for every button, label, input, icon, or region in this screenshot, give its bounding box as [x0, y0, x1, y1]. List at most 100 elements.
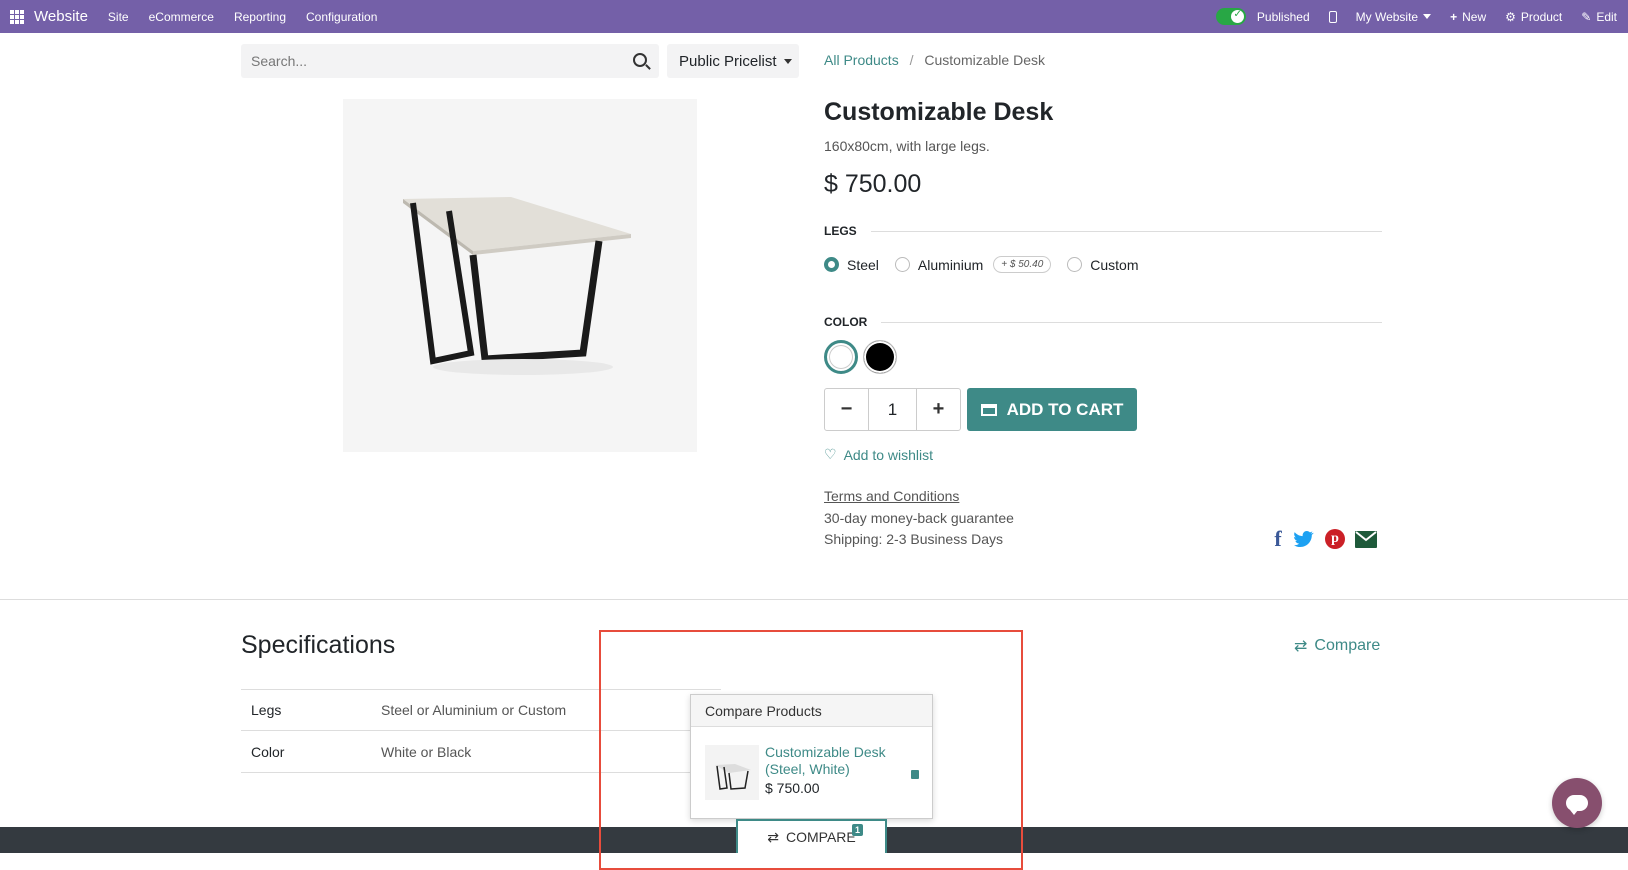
new-label: New	[1462, 9, 1487, 24]
color-attribute-header: COLOR	[824, 315, 1382, 329]
pricelist-dropdown[interactable]: Public Pricelist	[667, 44, 799, 78]
cart-icon	[980, 403, 997, 416]
terms-link[interactable]: Terms and Conditions	[824, 488, 959, 504]
radio[interactable]	[894, 257, 910, 272]
envelope-icon	[1355, 530, 1377, 548]
add-to-cart-button[interactable]: ADD TO CART	[967, 388, 1137, 431]
top-navbar: Website Site eCommerce Reporting Configu…	[0, 0, 1628, 33]
specifications-title: Specifications	[241, 631, 396, 659]
guarantee-text: 30-day money-back guarantee	[824, 510, 1014, 526]
shipping-text: Shipping: 2-3 Business Days	[824, 531, 1003, 547]
color-label: COLOR	[824, 315, 868, 329]
compare-link[interactable]: ⇄ Compare	[1294, 636, 1380, 656]
compare-tab-label: COMPARE	[785, 829, 856, 845]
breadcrumb-current: Customizable Desk	[924, 52, 1045, 68]
email-icon[interactable]	[1355, 528, 1377, 550]
plus-icon: +	[1450, 9, 1458, 24]
edit-button[interactable]: ✎ Edit	[1581, 10, 1617, 24]
mobile-preview-button[interactable]	[1328, 10, 1337, 23]
pricelist-label: Public Pricelist	[679, 52, 777, 70]
color-swatch-black[interactable]	[863, 340, 897, 374]
compare-label: Compare	[1314, 637, 1381, 654]
divider	[870, 230, 1382, 232]
legs-label: LEGS	[824, 224, 857, 238]
legs-attribute-header: LEGS	[824, 224, 1382, 238]
product-search	[241, 44, 659, 78]
compare-item-thumbnail[interactable]	[705, 745, 759, 800]
breadcrumb-all-products[interactable]: All Products	[824, 52, 899, 68]
pinterest-badge: p	[1325, 529, 1345, 549]
spec-key: Color	[251, 743, 285, 760]
product-image[interactable]	[343, 99, 697, 452]
product-description: 160x80cm, with large legs.	[824, 138, 990, 154]
menu-site[interactable]: Site	[108, 10, 129, 24]
compare-popover: Compare Products Customizable Desk (Stee…	[690, 694, 933, 819]
live-chat-button[interactable]	[1552, 778, 1602, 828]
menu-ecommerce[interactable]: eCommerce	[149, 10, 214, 24]
legs-option-label: Steel	[847, 256, 879, 273]
exchange-icon: ⇄	[1294, 638, 1308, 655]
section-divider	[0, 599, 1628, 600]
spec-value: White or Black	[381, 743, 472, 760]
product-label: Product	[1520, 9, 1563, 24]
compare-count-badge: 1	[852, 824, 864, 836]
breadcrumb-separator: /	[909, 52, 914, 68]
wishlist-label: Add to wishlist	[843, 446, 934, 463]
chat-bubble-icon	[1566, 795, 1588, 815]
twitter-bird-icon	[1294, 530, 1314, 547]
app-brand[interactable]: Website	[34, 8, 88, 25]
compare-tab-button[interactable]: ⇄ COMPARE	[736, 819, 887, 853]
compare-item-price: $ 750.00	[765, 780, 820, 796]
product-title: Customizable Desk	[824, 98, 1054, 126]
heart-icon: ♡	[824, 446, 837, 462]
published-label: Published	[1256, 9, 1310, 24]
spec-key: Legs	[251, 702, 282, 718]
divider	[881, 321, 1382, 323]
desk-thumbnail-icon	[715, 764, 751, 790]
edit-label: Edit	[1596, 9, 1617, 24]
legs-option-steel[interactable]: Steel	[824, 257, 879, 273]
twitter-icon[interactable]	[1293, 528, 1315, 550]
apps-grid-icon[interactable]	[10, 9, 24, 24]
facebook-icon[interactable]: f	[1267, 526, 1289, 551]
radio[interactable]	[1067, 257, 1083, 272]
radio-selected[interactable]	[824, 257, 839, 272]
search-icon[interactable]	[633, 53, 647, 67]
mobile-icon	[1328, 10, 1337, 23]
new-button[interactable]: + New	[1450, 10, 1486, 24]
toggle-switch[interactable]: ✓	[1215, 8, 1246, 25]
menu-reporting[interactable]: Reporting	[234, 10, 286, 24]
add-to-cart-label: ADD TO CART	[1006, 399, 1124, 419]
caret-down-icon	[783, 58, 792, 64]
website-switcher[interactable]: My Website	[1355, 9, 1432, 24]
legs-option-custom[interactable]: Custom	[1067, 256, 1139, 273]
breadcrumb: All Products / Customizable Desk	[824, 52, 1045, 68]
website-label: My Website	[1355, 9, 1419, 24]
legs-option-aluminium[interactable]: Aluminium	[894, 256, 984, 273]
decrease-quantity-button[interactable]: −	[825, 389, 868, 430]
desk-illustration	[403, 197, 631, 375]
color-swatch-white[interactable]	[824, 340, 858, 374]
compare-item-name[interactable]: Customizable Desk (Steel, White)	[765, 744, 905, 778]
legs-options: Steel Aluminium + $ 50.40 Custom	[824, 256, 1155, 273]
product-price: $ 750.00	[824, 170, 922, 198]
gear-icon: ⚙	[1505, 9, 1516, 24]
check-icon: ✓	[1233, 9, 1242, 20]
search-input[interactable]	[251, 53, 621, 69]
pinterest-icon[interactable]: p	[1324, 528, 1346, 550]
menu-configuration[interactable]: Configuration	[306, 10, 377, 24]
legs-option-label: Aluminium	[917, 256, 984, 273]
quantity-stepper: − 1 +	[824, 388, 961, 431]
pencil-icon: ✎	[1581, 9, 1592, 24]
trash-icon[interactable]	[911, 770, 919, 779]
published-toggle[interactable]: ✓ Published	[1215, 8, 1310, 25]
legs-option-label: Custom	[1090, 256, 1139, 273]
spec-value: Steel or Aluminium or Custom	[381, 702, 567, 718]
quantity-input[interactable]: 1	[868, 389, 917, 430]
caret-down-icon	[1423, 14, 1432, 19]
add-to-wishlist-link[interactable]: ♡ Add to wishlist	[824, 446, 933, 463]
compare-popover-header: Compare Products	[691, 695, 932, 727]
increase-quantity-button[interactable]: +	[917, 389, 960, 430]
product-button[interactable]: ⚙ Product	[1505, 10, 1562, 24]
price-extra-badge: + $ 50.40	[993, 256, 1052, 273]
